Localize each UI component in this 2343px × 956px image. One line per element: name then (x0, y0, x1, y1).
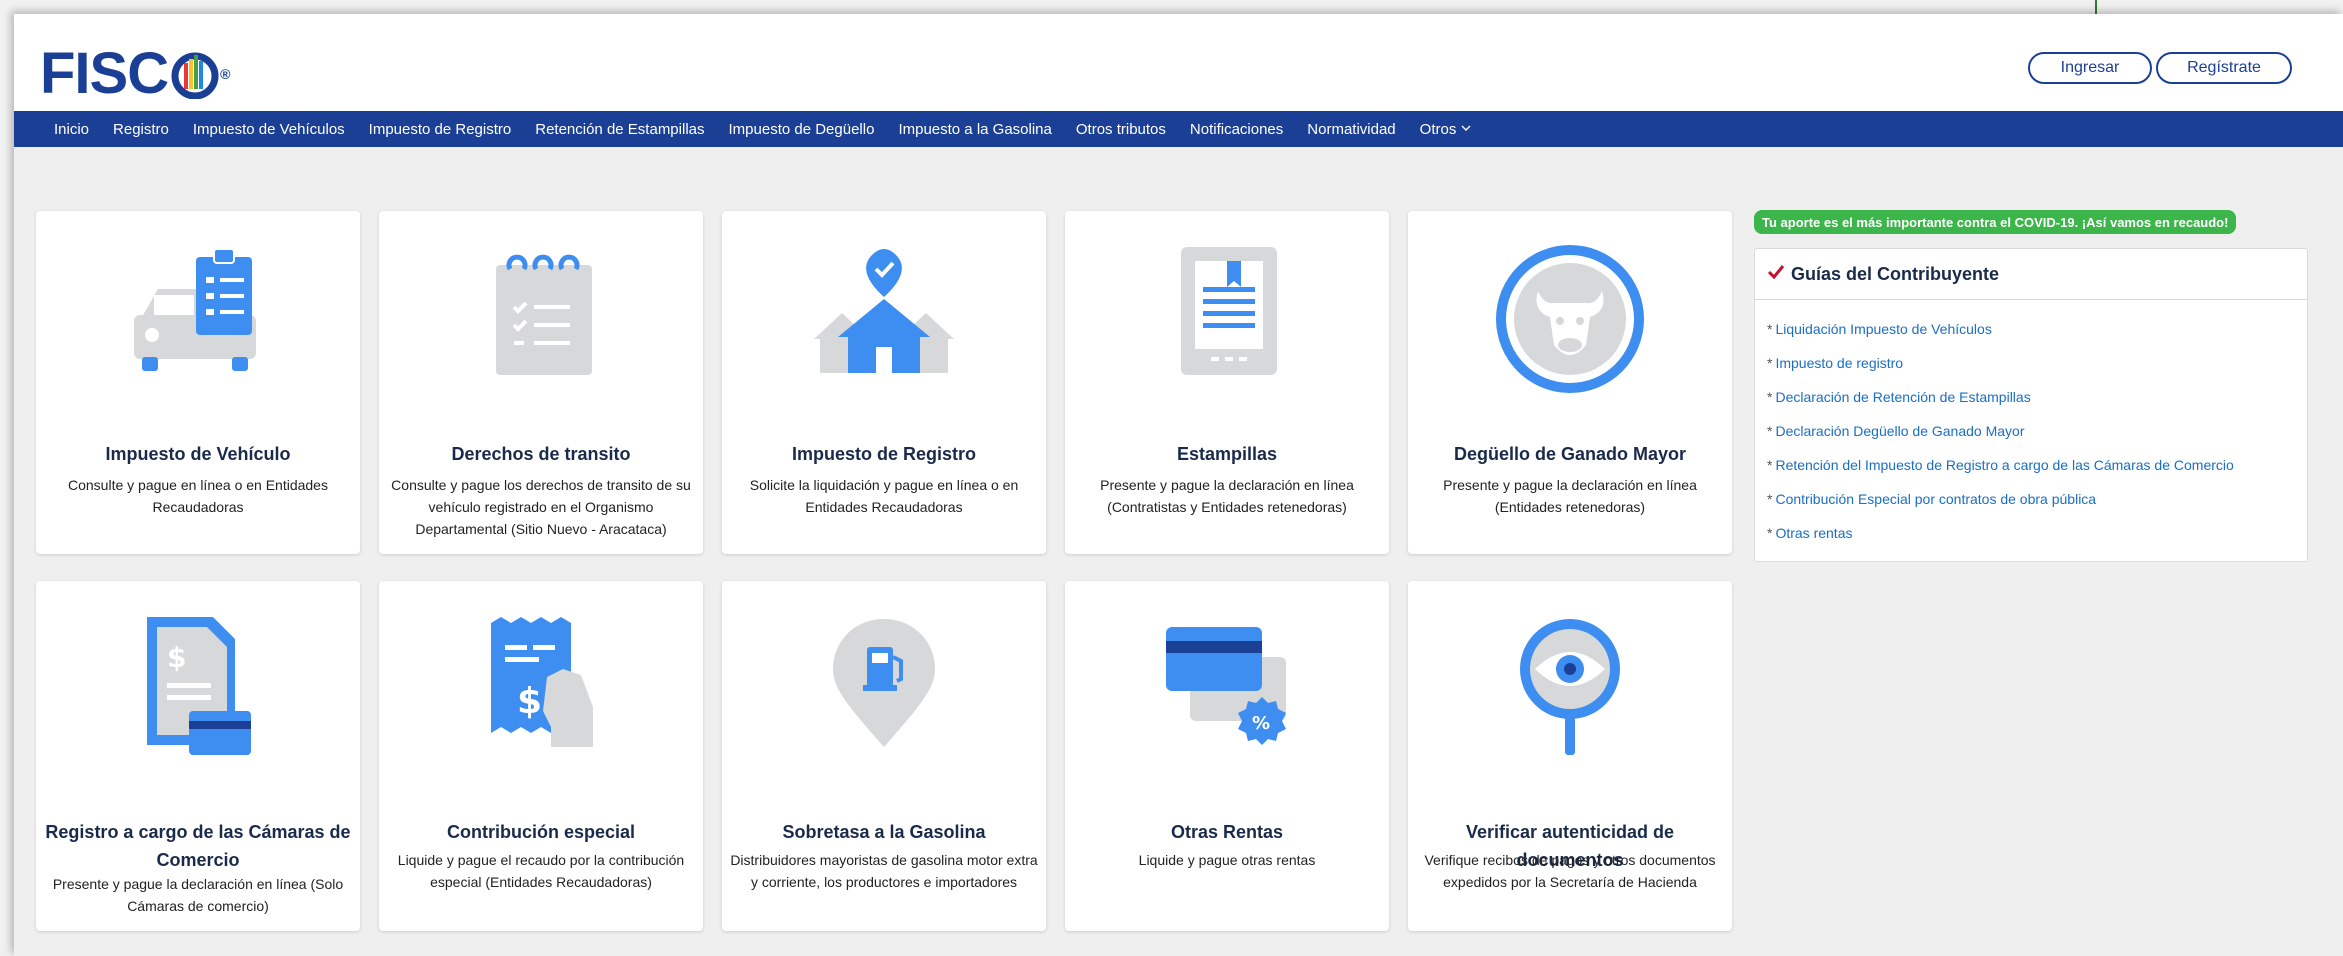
card-title: Impuesto de Vehículo (105, 444, 291, 464)
nav-item-registro[interactable]: Registro (113, 121, 169, 138)
document-bookmark-icon (1065, 247, 1389, 377)
bull-head-icon (1408, 241, 1732, 393)
card-description: Presente y pague la declaración en línea… (52, 876, 344, 914)
card-registro-camaras[interactable]: $ Registro a cargo de las Cámaras de Com… (36, 581, 360, 931)
header: FISC ® Ingresar Regístrate (14, 14, 2343, 111)
nav-item-otros-tributos[interactable]: Otros tributos (1076, 121, 1166, 138)
list-item: * Declaración Degüello de Ganado Mayor (1767, 423, 2025, 439)
nav-item-inicio[interactable]: Inicio (54, 121, 89, 138)
card-description: Consulte y pague los derechos de transit… (391, 477, 691, 537)
fuel-pin-icon (722, 617, 1046, 747)
list-item: * Declaración de Retención de Estampillas (1767, 389, 2031, 405)
guide-link[interactable]: Declaración de Retención de Estampillas (1775, 389, 2030, 405)
nav-item-otros[interactable]: Otros (1420, 121, 1472, 138)
guides-list: * Liquidación Impuesto de Vehículos * Impu… (1755, 300, 2307, 550)
nav-item-retencion-estampillas[interactable]: Retención de Estampillas (535, 121, 704, 138)
guide-link[interactable]: Otras rentas (1775, 525, 1852, 541)
page: FISC ® Ingresar Regístrate Inicio Regist… (14, 14, 2343, 956)
checklist-notepad-icon (379, 247, 703, 377)
card-title: Derechos de transito (451, 444, 631, 464)
svg-text:$: $ (517, 681, 542, 722)
card-title: Degüello de Ganado Mayor (1453, 444, 1687, 464)
card-contribucion-especial[interactable]: $ Contribución especial Liquide y pague … (379, 581, 703, 931)
guide-link[interactable]: Declaración Degüello de Ganado Mayor (1775, 423, 2024, 439)
card-title: Registro a cargo de las Cámaras de Comer… (45, 822, 351, 870)
guide-link[interactable]: Contribución Especial por contratos de o… (1775, 491, 2096, 507)
list-item: * Liquidación Impuesto de Vehículos (1767, 321, 1992, 337)
list-item: * Contribución Especial por contratos de … (1767, 491, 2097, 507)
card-title: Impuesto de Registro (791, 444, 977, 464)
card-description: Liquide y pague el recaudo por la contri… (397, 852, 685, 890)
list-item: * Otras rentas (1767, 525, 1853, 541)
guide-link[interactable]: Liquidación Impuesto de Vehículos (1775, 321, 1991, 337)
card-description: Distribuidores mayoristas de gasolina mo… (730, 852, 1038, 890)
card-title: Estampillas (1176, 444, 1278, 464)
nav-item-impuesto-registro[interactable]: Impuesto de Registro (369, 121, 512, 138)
nav-item-normatividad[interactable]: Normatividad (1307, 121, 1395, 138)
list-item: * Retención del Impuesto de Registro a ca… (1767, 457, 2234, 473)
svg-text:%: % (1252, 713, 1270, 734)
signup-button[interactable]: Regístrate (2156, 52, 2292, 84)
card-impuesto-vehiculo[interactable]: Impuesto de Vehículo Consulte y pague en… (36, 211, 360, 554)
eye-search-icon (1408, 617, 1732, 755)
card-title: Otras Rentas (1170, 822, 1284, 842)
guide-link[interactable]: Retención del Impuesto de Registro a car… (1775, 457, 2233, 473)
svg-text:$: $ (167, 641, 186, 674)
house-location-icon (722, 247, 1046, 377)
contributor-guides-panel: Guías del Contribuyente * Liquidación Imp… (1754, 248, 2308, 562)
covid-banner[interactable]: Tu aporte es el más importante contra el… (1754, 210, 2237, 234)
guides-header: Guías del Contribuyente (1755, 249, 2307, 300)
nav-item-impuesto-vehiculos[interactable]: Impuesto de Vehículos (193, 121, 345, 138)
card-title: Contribución especial (446, 822, 636, 842)
nav-item-impuesto-deguello[interactable]: Impuesto de Degüello (729, 121, 875, 138)
receipt-hand-icon: $ (379, 617, 703, 747)
card-verificar-documentos[interactable]: Verificar autenticidad de documentos Ver… (1408, 581, 1732, 931)
car-clipboard-icon (36, 247, 360, 377)
card-description: Presente y pague la declaración en línea… (1443, 477, 1697, 515)
guides-title: Guías del Contribuyente (1791, 263, 2000, 284)
card-description: Presente y pague la declaración en línea… (1100, 477, 1354, 515)
card-sobretasa-gasolina[interactable]: Sobretasa a la Gasolina Distribuidores m… (722, 581, 1046, 931)
card-estampillas[interactable]: Estampillas Presente y pague la declarac… (1065, 211, 1389, 554)
checkmark-icon (1767, 263, 1785, 286)
card-impuesto-registro[interactable]: Impuesto de Registro Solicite la liquida… (722, 211, 1046, 554)
auth-buttons: Ingresar Regístrate (2028, 52, 2292, 84)
nav-item-impuesto-gasolina[interactable]: Impuesto a la Gasolina (898, 121, 1051, 138)
nav-item-otros-label: Otros (1419, 120, 1457, 138)
list-item: * Impuesto de registro (1767, 355, 1904, 371)
card-description: Solicite la liquidación y pague en línea… (749, 477, 1019, 515)
login-button[interactable]: Ingresar (2028, 52, 2152, 84)
main-nav: Inicio Registro Impuesto de Vehículos Im… (14, 111, 2343, 147)
logo-emblem-icon (171, 52, 219, 99)
card-description: Verifique recibos de pagos y otros docum… (1424, 852, 1716, 890)
card-otras-rentas[interactable]: % Otras Rentas Liquide y pague otras ren… (1065, 581, 1389, 931)
card-description: Liquide y pague otras rentas (1138, 852, 1316, 868)
fisco-logo[interactable]: FISC ® (40, 44, 230, 104)
card-deguello-ganado[interactable]: Degüello de Ganado Mayor Presente y pagu… (1408, 211, 1732, 554)
card-derechos-transito[interactable]: Derechos de transito Consulte y pague lo… (379, 211, 703, 554)
invoice-card-icon: $ (36, 617, 360, 755)
nav-item-notificaciones[interactable]: Notificaciones (1190, 121, 1283, 138)
card-title: Sobretasa a la Gasolina (782, 822, 986, 842)
guide-link[interactable]: Impuesto de registro (1775, 355, 1903, 371)
chevron-down-icon (1461, 123, 1471, 135)
card-percent-icon: % (1065, 617, 1389, 747)
card-description: Consulte y pague en línea o en Entidades… (68, 477, 328, 515)
